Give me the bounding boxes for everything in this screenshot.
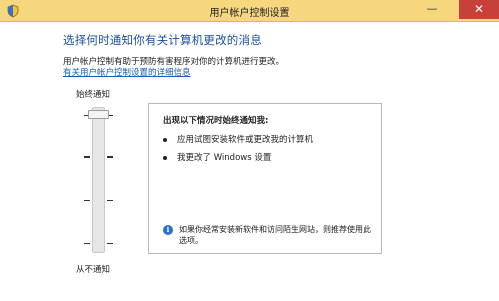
title-bar: 用户帐户控制设置 — ✕ xyxy=(0,0,499,22)
slider-tick xyxy=(84,243,90,244)
slider-tick xyxy=(107,200,113,201)
bullet-icon xyxy=(163,137,167,142)
close-button[interactable]: ✕ xyxy=(459,0,499,19)
notification-level-slider[interactable] xyxy=(92,107,105,253)
note-text: 如果你经常安装新软件和访问陌生网站，则推荐使用此选项。 xyxy=(179,225,371,245)
panel-title: 出现以下情况时始终通知我: xyxy=(163,116,269,126)
slider-top-label: 始终通知 xyxy=(76,90,111,100)
list-item: 应用试图安装软件或更改我的计算机 xyxy=(163,133,313,145)
bullet-text: 我更改了 Windows 设置 xyxy=(177,153,272,163)
minimize-button[interactable]: — xyxy=(419,0,445,20)
page-heading: 选择何时通知你有关计算机更改的消息 xyxy=(63,33,262,47)
slider-thumb[interactable] xyxy=(88,110,109,119)
list-item: 我更改了 Windows 设置 xyxy=(163,151,271,163)
bullet-text: 应用试图安装软件或更改我的计算机 xyxy=(177,135,314,145)
slider-tick xyxy=(107,243,113,244)
help-link[interactable]: 有关用户帐户控制设置的详细信息 xyxy=(63,66,191,78)
slider-tick xyxy=(107,156,113,158)
slider-tick xyxy=(84,200,90,201)
setting-description-panel: 出现以下情况时始终通知我: 应用试图安装软件或更改我的计算机 我更改了 Wind… xyxy=(148,103,382,254)
slider-tick xyxy=(84,156,90,158)
info-icon: i xyxy=(163,225,173,235)
slider-bottom-label: 从不通知 xyxy=(76,265,111,275)
bullet-icon xyxy=(163,155,167,160)
